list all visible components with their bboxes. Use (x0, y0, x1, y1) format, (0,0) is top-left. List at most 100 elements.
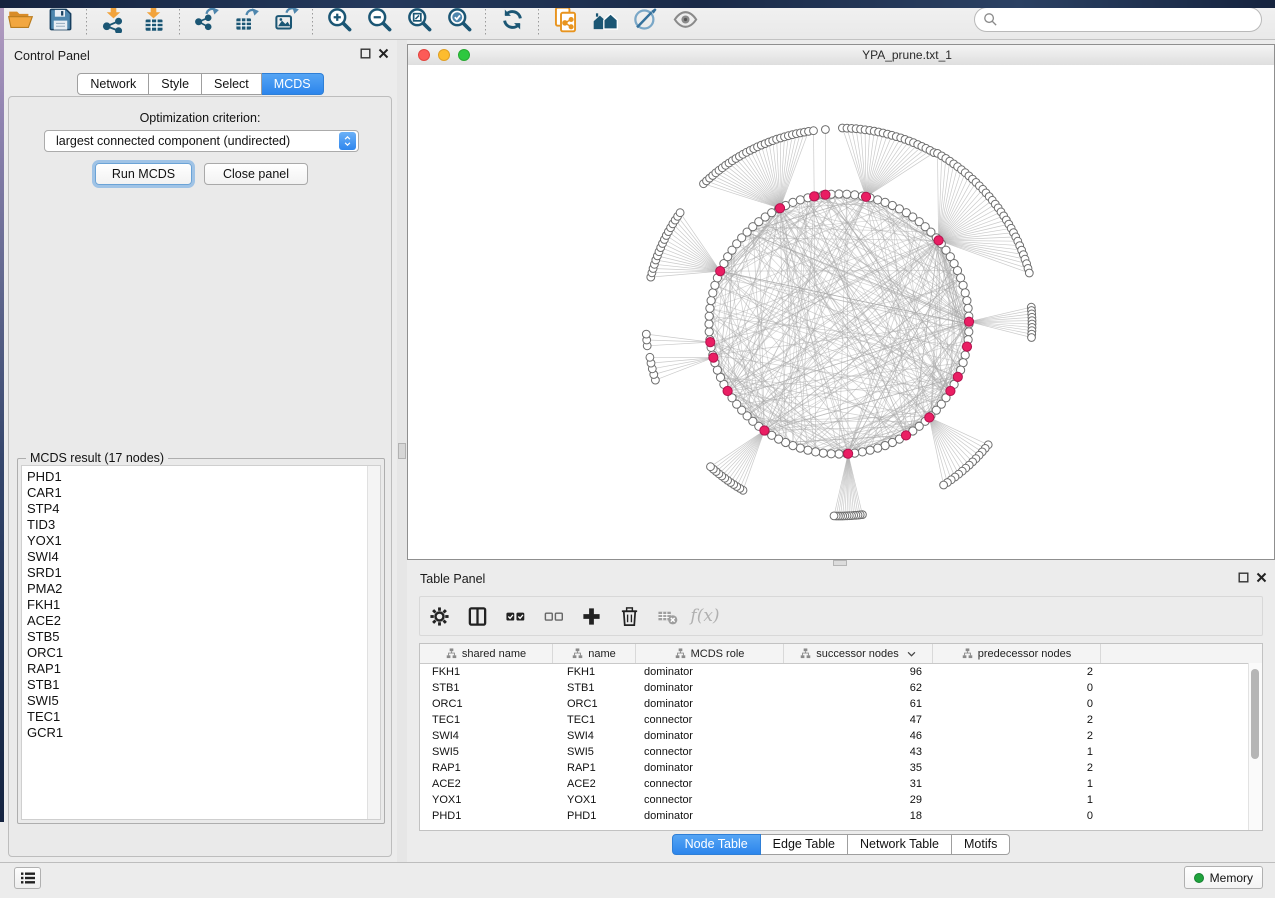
network-node[interactable] (940, 481, 948, 489)
show-columns-button[interactable] (458, 599, 496, 633)
tab-motifs[interactable]: Motifs (952, 834, 1010, 855)
network-node[interactable] (642, 330, 650, 338)
table-row[interactable]: ORC1ORC1dominator610 (420, 696, 1262, 712)
mcds-list-scrollbar[interactable] (367, 466, 380, 819)
function-builder-button[interactable]: f(x) (686, 599, 724, 633)
show-tasks-button[interactable] (14, 867, 41, 889)
mcds-result-item[interactable]: GCR1 (27, 725, 380, 741)
run-mcds-button[interactable]: Run MCDS (95, 163, 192, 185)
search-input[interactable] (974, 7, 1262, 32)
table-row[interactable]: TEC1TEC1connector472 (420, 712, 1262, 728)
network-node[interactable] (961, 351, 969, 359)
network-node[interactable] (796, 196, 804, 204)
mcds-result-item[interactable]: FKH1 (27, 597, 380, 613)
mcds-result-item[interactable]: STP4 (27, 501, 380, 517)
tab-network[interactable]: Network (77, 73, 149, 95)
tab-mcds[interactable]: MCDS (262, 73, 324, 95)
network-window-titlebar[interactable]: YPA_prune.txt_1 (408, 45, 1274, 66)
mcds-node[interactable] (861, 192, 870, 201)
network-node[interactable] (961, 289, 969, 297)
network-node[interactable] (1025, 269, 1033, 277)
network-node[interactable] (707, 297, 715, 305)
mcds-node[interactable] (706, 338, 715, 347)
mcds-result-item[interactable]: STB1 (27, 677, 380, 693)
network-node[interactable] (965, 328, 973, 336)
network-node[interactable] (810, 127, 818, 135)
mcds-result-item[interactable]: TEC1 (27, 709, 380, 725)
network-node[interactable] (835, 190, 843, 198)
mcds-node[interactable] (760, 426, 769, 435)
column-header-predecessor-nodes[interactable]: predecessor nodes (933, 644, 1101, 663)
close-panel-button[interactable]: Close panel (204, 163, 308, 185)
create-column-button[interactable] (572, 599, 610, 633)
close-panel-icon[interactable] (1256, 572, 1267, 583)
table-row[interactable]: YOX1YOX1connector291 (420, 792, 1262, 808)
select-all-rows-button[interactable] (496, 599, 534, 633)
tab-edge-table[interactable]: Edge Table (761, 834, 848, 855)
network-node[interactable] (1028, 334, 1036, 342)
mcds-result-list[interactable]: PHD1CAR1STP4TID3YOX1SWI4SRD1PMA2FKH1ACE2… (21, 465, 381, 820)
network-node[interactable] (646, 353, 654, 361)
mcds-result-item[interactable]: STB5 (27, 629, 380, 645)
optimization-criterion-select[interactable]: largest connected component (undirected) (44, 130, 359, 152)
tab-style[interactable]: Style (149, 73, 202, 95)
mcds-node[interactable] (901, 431, 910, 440)
network-node[interactable] (822, 126, 830, 134)
tab-select[interactable]: Select (202, 73, 262, 95)
mcds-result-item[interactable]: SWI4 (27, 549, 380, 565)
network-node[interactable] (843, 190, 851, 198)
mcds-node[interactable] (953, 372, 962, 381)
mcds-result-item[interactable]: ORC1 (27, 645, 380, 661)
mcds-result-item[interactable]: YOX1 (27, 533, 380, 549)
network-node[interactable] (707, 463, 715, 471)
table-row[interactable]: ACE2ACE2connector311 (420, 776, 1262, 792)
minimize-window-icon[interactable] (438, 49, 450, 61)
table-row[interactable]: RAP1RAP1dominator352 (420, 760, 1262, 776)
deselect-all-rows-button[interactable] (534, 599, 572, 633)
table-row[interactable]: PHD1PHD1dominator180 (420, 808, 1262, 824)
column-header-mcds-role[interactable]: MCDS role (636, 644, 784, 663)
mcds-result-item[interactable]: TID3 (27, 517, 380, 533)
column-header-shared-name[interactable]: shared name (420, 644, 553, 663)
network-node[interactable] (964, 304, 972, 312)
network-node[interactable] (705, 328, 713, 336)
memory-button[interactable]: Memory (1184, 866, 1263, 889)
network-node[interactable] (851, 191, 859, 199)
table-row[interactable]: STB1STB1dominator620 (420, 680, 1262, 696)
panel-splitter-vertical[interactable] (397, 40, 407, 862)
network-node[interactable] (804, 446, 812, 454)
network-node[interactable] (676, 209, 684, 217)
mcds-result-item[interactable]: RAP1 (27, 661, 380, 677)
mcds-result-item[interactable]: SRD1 (27, 565, 380, 581)
column-header-name[interactable]: name (553, 644, 636, 663)
maximize-window-icon[interactable] (458, 49, 470, 61)
table-row[interactable]: FKH1FKH1dominator962 (420, 664, 1262, 680)
network-node[interactable] (835, 450, 843, 458)
mcds-node[interactable] (946, 386, 955, 395)
mcds-node[interactable] (844, 449, 853, 458)
network-node[interactable] (959, 281, 967, 289)
network-node[interactable] (963, 297, 971, 305)
tab-node-table[interactable]: Node Table (672, 834, 761, 855)
network-node[interactable] (706, 304, 714, 312)
network-node[interactable] (830, 512, 838, 520)
table-settings-button[interactable] (420, 599, 458, 633)
mcds-node[interactable] (934, 236, 943, 245)
column-header-successor-nodes[interactable]: successor nodes (784, 644, 933, 663)
close-window-icon[interactable] (418, 49, 430, 61)
network-node[interactable] (819, 449, 827, 457)
mcds-result-item[interactable]: PMA2 (27, 581, 380, 597)
mcds-node[interactable] (709, 353, 718, 362)
float-panel-icon[interactable] (360, 48, 371, 59)
network-node[interactable] (858, 448, 866, 456)
network-canvas[interactable] (408, 65, 1274, 559)
network-node[interactable] (874, 444, 882, 452)
mcds-node[interactable] (723, 386, 732, 395)
table-scrollbar[interactable] (1248, 663, 1262, 830)
mcds-node[interactable] (925, 413, 934, 422)
mcds-node[interactable] (716, 267, 725, 276)
network-node[interactable] (812, 448, 820, 456)
close-panel-icon[interactable] (378, 48, 389, 59)
mcds-node[interactable] (964, 317, 973, 326)
mcds-result-item[interactable]: CAR1 (27, 485, 380, 501)
